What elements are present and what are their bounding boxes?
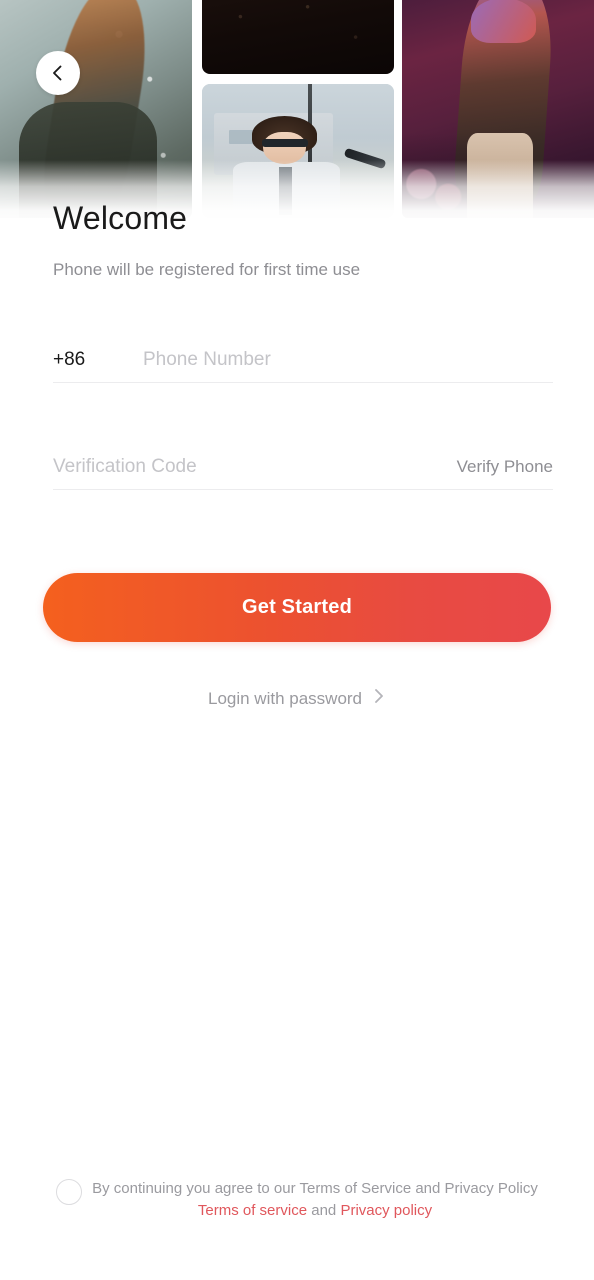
verification-field-divider bbox=[53, 489, 553, 490]
photo-tie bbox=[278, 167, 293, 216]
dark-stage-photo bbox=[202, 0, 394, 74]
photo-sunglasses bbox=[261, 138, 308, 147]
terms-statement: By continuing you agree to our Terms of … bbox=[92, 1180, 538, 1197]
welcome-login-screen: Welcome Phone will be registered for fir… bbox=[0, 0, 594, 1280]
back-button[interactable] bbox=[36, 51, 80, 95]
photo-hat bbox=[471, 0, 537, 44]
login-with-password-label: Login with password bbox=[207, 688, 363, 708]
verify-phone-button[interactable]: Verify Phone bbox=[445, 457, 553, 477]
privacy-policy-link[interactable]: Privacy policy bbox=[340, 1202, 432, 1219]
page-title: Welcome bbox=[53, 200, 188, 236]
singer-portrait-photo bbox=[202, 84, 394, 218]
phone-field-group: +86 bbox=[53, 338, 553, 383]
terms-links-line: Terms of service and Privacy policy bbox=[92, 1200, 538, 1222]
concert-smoke-photo bbox=[0, 0, 192, 218]
collage-grid bbox=[0, 0, 594, 230]
login-with-password-link[interactable]: Login with password bbox=[0, 687, 594, 710]
terms-conjunction: and bbox=[311, 1202, 337, 1219]
verification-field-group: Verify Phone bbox=[53, 445, 553, 490]
photo-crowd bbox=[402, 132, 479, 218]
country-code-label[interactable]: +86 bbox=[53, 349, 143, 371]
phone-field-divider bbox=[53, 382, 553, 383]
header-image-collage bbox=[0, 0, 594, 230]
chevron-right-icon bbox=[372, 687, 386, 710]
phone-input[interactable] bbox=[143, 349, 553, 371]
verification-code-input[interactable] bbox=[53, 456, 445, 478]
terms-text-block: By continuing you agree to our Terms of … bbox=[92, 1178, 538, 1222]
terms-checkbox[interactable] bbox=[56, 1179, 83, 1205]
concert-purple-photo bbox=[402, 0, 594, 218]
terms-agreement: By continuing you agree to our Terms of … bbox=[0, 1178, 594, 1222]
verification-field-row: Verify Phone bbox=[53, 445, 553, 489]
terms-of-service-link[interactable]: Terms of service bbox=[198, 1202, 307, 1219]
chevron-left-icon bbox=[48, 63, 68, 83]
get-started-button[interactable]: Get Started bbox=[43, 573, 551, 642]
page-subtitle: Phone will be registered for first time … bbox=[53, 260, 361, 279]
photo-face bbox=[263, 132, 306, 165]
phone-field-row: +86 bbox=[53, 338, 553, 382]
